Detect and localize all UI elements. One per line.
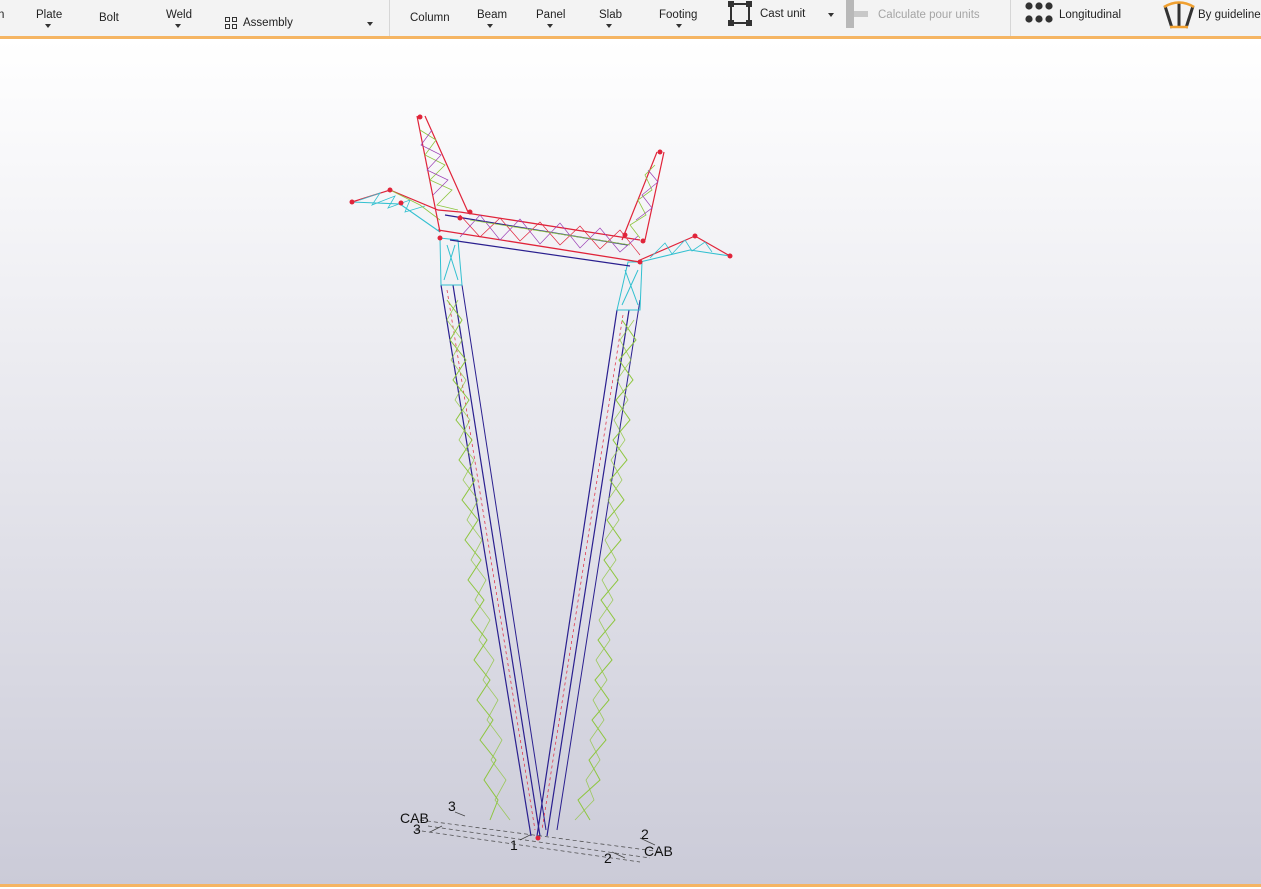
by-guideline-label: By guideline xyxy=(1198,9,1261,21)
guideline-icon xyxy=(1163,1,1195,29)
assembly-icon xyxy=(225,17,237,29)
longitudinal-button[interactable]: Longitudinal xyxy=(1022,0,1130,36)
longitudinal-icon xyxy=(1025,2,1053,23)
grid-label-1: 1 xyxy=(510,837,518,853)
assembly-label: Assembly xyxy=(243,17,293,29)
beam-label: Beam xyxy=(477,9,508,21)
model-viewport[interactable]: CAB 3 3 1 2 2 CAB xyxy=(0,39,1261,884)
panel-button[interactable]: Panel xyxy=(530,0,572,36)
cross-beam[interactable] xyxy=(437,211,641,267)
ribbon-item-partial-label: n xyxy=(0,9,5,21)
column-button[interactable]: Column xyxy=(404,0,456,36)
ribbon-separator xyxy=(389,0,390,36)
plate-button[interactable]: Plate xyxy=(28,0,70,36)
grid-label-3-left: 3 xyxy=(413,821,421,837)
weld-label: Weld xyxy=(166,9,192,21)
left-tower-leg[interactable] xyxy=(440,284,547,837)
calculate-pour-units-button[interactable]: Calculate pour units xyxy=(842,0,1002,36)
cast-unit-icon xyxy=(728,1,752,26)
tower-model-canvas[interactable]: CAB 3 3 1 2 2 CAB xyxy=(0,39,1261,884)
chevron-down-icon[interactable] xyxy=(547,24,553,28)
chevron-down-icon[interactable] xyxy=(487,24,493,28)
right-peak[interactable] xyxy=(621,151,665,241)
left-peak[interactable] xyxy=(416,115,469,233)
cast-unit-button[interactable]: Cast unit xyxy=(726,0,838,36)
bolt-button[interactable]: Bolt xyxy=(92,0,128,36)
right-crossarm[interactable] xyxy=(639,235,731,263)
ribbon-separator xyxy=(1010,0,1011,36)
panel-label: Panel xyxy=(536,9,566,21)
chevron-down-icon[interactable] xyxy=(175,24,181,28)
ribbon-item-partial[interactable]: n xyxy=(0,0,8,36)
bolt-label: Bolt xyxy=(99,12,119,24)
column-label: Column xyxy=(410,12,450,24)
by-guideline-button[interactable]: By guideline xyxy=(1160,0,1261,36)
ribbon-toolbar: n Plate Bolt Weld Assembly Column Beam P… xyxy=(0,0,1261,39)
chevron-down-icon[interactable] xyxy=(828,13,834,17)
slab-label: Slab xyxy=(599,9,623,21)
calculate-pour-units-label: Calculate pour units xyxy=(878,9,980,21)
plate-label: Plate xyxy=(36,9,63,21)
cast-unit-label: Cast unit xyxy=(760,8,806,20)
beam-button[interactable]: Beam xyxy=(470,0,510,36)
weld-button[interactable]: Weld xyxy=(158,0,200,36)
chevron-down-icon[interactable] xyxy=(367,22,373,26)
chevron-down-icon[interactable] xyxy=(45,24,51,28)
longitudinal-label: Longitudinal xyxy=(1059,9,1122,21)
footing-label: Footing xyxy=(659,9,698,21)
pour-units-icon xyxy=(846,0,868,28)
grid-label-right-axis: CAB xyxy=(644,843,673,859)
footing-button[interactable]: Footing xyxy=(652,0,708,36)
chevron-down-icon[interactable] xyxy=(676,24,682,28)
grid-label-3-top: 3 xyxy=(448,798,456,814)
left-crossarm[interactable] xyxy=(351,189,461,233)
right-tower-leg[interactable] xyxy=(536,299,641,837)
grid-label-2-bottom: 2 xyxy=(604,850,612,866)
leg-transition-panels[interactable] xyxy=(439,237,643,311)
assembly-button[interactable]: Assembly xyxy=(222,0,382,36)
chevron-down-icon[interactable] xyxy=(606,24,612,28)
slab-button[interactable]: Slab xyxy=(592,0,628,36)
grid-label-2-right: 2 xyxy=(641,826,649,842)
